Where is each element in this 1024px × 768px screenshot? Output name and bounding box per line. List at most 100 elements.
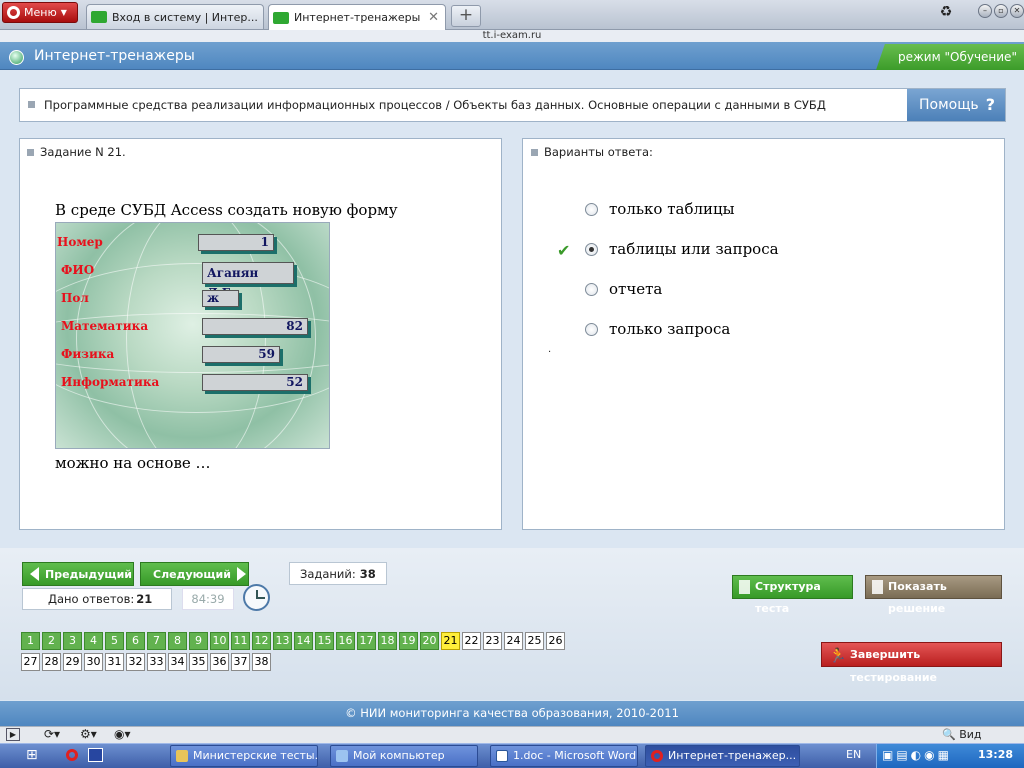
panel-toggle-icon[interactable]: ▶ <box>6 728 20 741</box>
help-button[interactable]: Помощь ? <box>907 89 1005 121</box>
taskbar-item-my-computer[interactable]: Мой компьютер <box>330 745 478 767</box>
menu-label: Меню <box>24 6 57 19</box>
question-cell-30[interactable]: 30 <box>84 653 103 671</box>
tray-icons[interactable]: ▣▤◐◉▦ <box>882 748 952 762</box>
answer-label-4[interactable]: только запроса <box>609 320 730 338</box>
question-cell-37[interactable]: 37 <box>231 653 250 671</box>
zoom-icon: 🔍 <box>942 728 956 741</box>
taskbar-label: 1.doc - Microsoft Word <box>513 749 637 762</box>
restore-icon[interactable]: ▫ <box>994 4 1008 18</box>
opera-menu-button[interactable]: Меню ▼ <box>2 2 78 23</box>
question-cell-18[interactable]: 18 <box>378 632 397 650</box>
question-cell-2[interactable]: 2 <box>42 632 61 650</box>
word-doc-icon <box>496 750 508 762</box>
question-cell-1[interactable]: 1 <box>21 632 40 650</box>
checkmark-icon: ✔ <box>557 241 571 260</box>
question-cell-13[interactable]: 13 <box>273 632 292 650</box>
form-label-number: Номер <box>57 235 103 249</box>
help-label: Помощь <box>919 97 979 113</box>
question-cell-9[interactable]: 9 <box>189 632 208 650</box>
runner-icon: 🏃 <box>829 648 847 664</box>
chevron-down-icon: ▼ <box>60 8 67 17</box>
answer-radio-4[interactable] <box>585 323 598 336</box>
question-cell-26[interactable]: 26 <box>546 632 565 650</box>
question-cell-33[interactable]: 33 <box>147 653 166 671</box>
question-cell-20[interactable]: 20 <box>420 632 439 650</box>
globe-logo-icon <box>9 50 24 65</box>
windows-start-icon[interactable]: ⊞ <box>26 747 38 763</box>
sync-icon[interactable]: ⟳▾ <box>44 727 60 741</box>
finish-test-button[interactable]: 🏃 Завершить тестирование <box>821 642 1002 684</box>
show-solution-button[interactable]: Показать решение <box>865 575 1002 615</box>
question-cell-10[interactable]: 10 <box>210 632 229 650</box>
taskbar-item-folder[interactable]: Министерские тесты... <box>170 745 318 767</box>
question-cell-21[interactable]: 21 <box>441 632 460 650</box>
access-form-image: Номер 1 ФИО Аганян Л.Г. Пол ж Математика… <box>55 222 330 449</box>
question-cell-23[interactable]: 23 <box>483 632 502 650</box>
form-field-number: 1 <box>198 234 274 251</box>
question-cell-25[interactable]: 25 <box>525 632 544 650</box>
form-field-physics: 59 <box>202 346 280 363</box>
question-cell-4[interactable]: 4 <box>84 632 103 650</box>
task-text-after: можно на основе … <box>55 454 211 472</box>
question-cell-29[interactable]: 29 <box>63 653 82 671</box>
question-cell-12[interactable]: 12 <box>252 632 271 650</box>
question-cell-17[interactable]: 17 <box>357 632 376 650</box>
question-cell-14[interactable]: 14 <box>294 632 313 650</box>
question-cell-34[interactable]: 34 <box>168 653 187 671</box>
trash-icon[interactable]: ♻ <box>937 4 955 24</box>
answer-radio-2[interactable] <box>585 243 598 256</box>
question-cell-36[interactable]: 36 <box>210 653 229 671</box>
close-window-icon[interactable]: ✕ <box>1010 4 1024 18</box>
finish-label: Завершить тестирование <box>850 648 938 684</box>
question-cell-27[interactable]: 27 <box>21 653 40 671</box>
form-field-informatics: 52 <box>202 374 308 391</box>
answer-label-3[interactable]: отчета <box>609 280 662 298</box>
question-cell-15[interactable]: 15 <box>315 632 334 650</box>
answer-label-2[interactable]: таблицы или запроса <box>609 240 779 258</box>
tab-login[interactable]: Вход в систему | Интер... <box>86 4 264 29</box>
unite-icon[interactable]: ⚙▾ <box>80 727 97 741</box>
question-cell-35[interactable]: 35 <box>189 653 208 671</box>
question-cell-6[interactable]: 6 <box>126 632 145 650</box>
taskbar-label: Мой компьютер <box>353 749 445 762</box>
question-cell-38[interactable]: 38 <box>252 653 271 671</box>
test-structure-button[interactable]: Структура теста <box>732 575 853 615</box>
prev-button[interactable]: Предыдущий <box>22 562 134 586</box>
answer-label-1[interactable]: только таблицы <box>609 200 735 218</box>
next-button[interactable]: Следующий <box>140 562 249 586</box>
question-cell-3[interactable]: 3 <box>63 632 82 650</box>
question-cell-19[interactable]: 19 <box>399 632 418 650</box>
question-cell-32[interactable]: 32 <box>126 653 145 671</box>
close-tab-icon[interactable]: ✕ <box>428 10 439 25</box>
taskbar-item-word[interactable]: 1.doc - Microsoft Word <box>490 745 638 767</box>
timer: 84:39 <box>182 588 234 610</box>
answer-radio-1[interactable] <box>585 203 598 216</box>
question-cell-31[interactable]: 31 <box>105 653 124 671</box>
question-cell-22[interactable]: 22 <box>462 632 481 650</box>
question-cell-5[interactable]: 5 <box>105 632 124 650</box>
question-cell-8[interactable]: 8 <box>168 632 187 650</box>
address-bar[interactable]: tt.i-exam.ru <box>0 30 1024 42</box>
computer-icon <box>336 750 348 762</box>
opera-quicklaunch-icon[interactable] <box>66 749 78 761</box>
language-indicator[interactable]: EN <box>846 748 861 761</box>
answer-radio-3[interactable] <box>585 283 598 296</box>
question-cell-28[interactable]: 28 <box>42 653 61 671</box>
turbo-icon[interactable]: ◉▾ <box>114 727 131 741</box>
app-quicklaunch-icon[interactable] <box>88 748 103 762</box>
question-cell-24[interactable]: 24 <box>504 632 523 650</box>
next-label: Следующий <box>153 567 231 581</box>
question-cell-16[interactable]: 16 <box>336 632 355 650</box>
site-title: Интернет-тренажеры <box>34 48 195 64</box>
minimize-icon[interactable]: – <box>978 4 992 18</box>
question-cell-7[interactable]: 7 <box>147 632 166 650</box>
opera-logo-icon <box>7 6 20 19</box>
form-field-math: 82 <box>202 318 308 335</box>
taskbar-item-opera[interactable]: Интернет-тренажер... <box>645 745 800 767</box>
new-tab-button[interactable]: + <box>451 5 481 27</box>
question-cell-11[interactable]: 11 <box>231 632 250 650</box>
clock-icon <box>243 584 270 611</box>
breadcrumb: Программные средства реализации информац… <box>44 98 826 112</box>
tab-trainers[interactable]: Интернет-тренажеры ✕ <box>268 4 446 30</box>
